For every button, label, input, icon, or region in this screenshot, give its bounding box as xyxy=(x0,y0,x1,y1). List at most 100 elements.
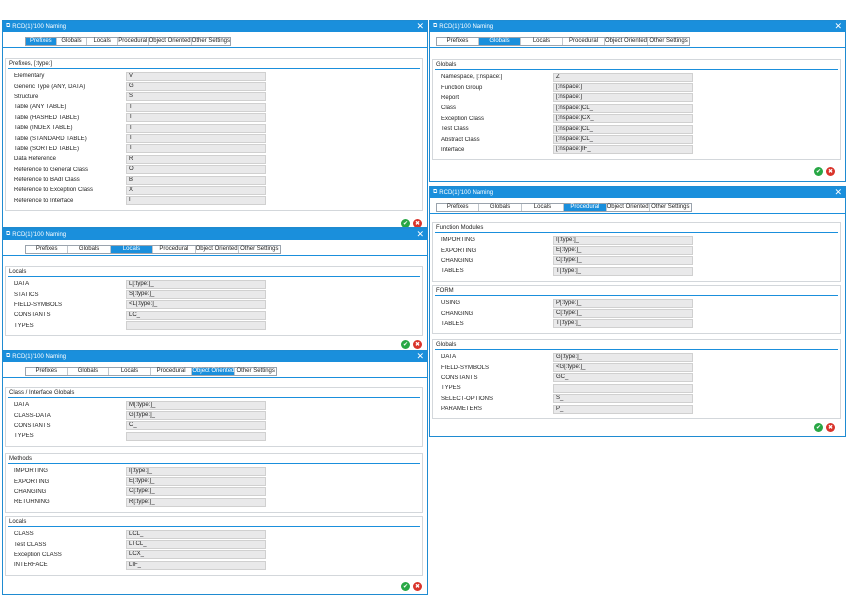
tab-procedural[interactable]: Procedural xyxy=(151,368,193,375)
tab-prefixes[interactable]: Prefixes xyxy=(26,246,69,253)
field-input[interactable]: P[:type:]_ xyxy=(553,298,693,308)
field-input[interactable]: P_ xyxy=(553,404,693,414)
field-input[interactable] xyxy=(126,431,266,441)
field-input[interactable]: <G[:type:]_ xyxy=(553,363,693,373)
field-input[interactable]: [:nspace:]IF_ xyxy=(553,145,693,155)
field-input[interactable]: [:nspace:]CL_ xyxy=(553,124,693,134)
tab-procedural[interactable]: Procedural xyxy=(118,38,149,45)
tab-other-settings[interactable]: Other Settings xyxy=(648,38,689,45)
tab-prefixes[interactable]: Prefixes xyxy=(26,368,68,375)
close-icon[interactable]: ✕ xyxy=(834,188,842,197)
field-input[interactable]: LCX_ xyxy=(126,550,266,560)
field-input[interactable]: T xyxy=(126,123,266,133)
field-input[interactable]: LC_ xyxy=(126,310,266,320)
tab-locals[interactable]: Locals xyxy=(522,204,565,211)
field-input[interactable]: E[:type:]_ xyxy=(553,246,693,256)
tab-procedural[interactable]: Procedural xyxy=(563,38,605,45)
field-input[interactable]: I xyxy=(126,196,266,206)
field-input[interactable]: C[:type:]_ xyxy=(553,309,693,319)
field-input[interactable]: E[:type:]_ xyxy=(126,477,266,487)
field-input[interactable]: LCL_ xyxy=(126,529,266,539)
field-label: SELECT-OPTIONS xyxy=(441,395,494,402)
field-input[interactable]: B xyxy=(126,175,266,185)
field-input[interactable]: [:nspace:]CL_ xyxy=(553,135,693,145)
cancel-button[interactable]: ✖ xyxy=(413,340,422,349)
tab-locals[interactable]: Locals xyxy=(521,38,563,45)
ok-button[interactable]: ✔ xyxy=(814,167,823,176)
field-input[interactable] xyxy=(553,383,693,393)
field-input[interactable]: <L[:type:]_ xyxy=(126,300,266,310)
field-input[interactable]: I[:type:]_ xyxy=(126,466,266,476)
field-input[interactable]: S_ xyxy=(553,394,693,404)
field-input[interactable]: T xyxy=(126,134,266,144)
close-icon[interactable]: ✕ xyxy=(416,22,424,31)
field-input[interactable] xyxy=(126,321,266,331)
tab-object-oriented[interactable]: Object Oriented xyxy=(607,204,650,211)
close-icon[interactable]: ✕ xyxy=(416,352,424,361)
field-input[interactable]: T[:type:]_ xyxy=(553,319,693,329)
field-input[interactable]: G[:type:]_ xyxy=(126,411,266,421)
tab-object-oriented[interactable]: Object Oriented xyxy=(192,368,236,375)
tab-locals[interactable]: Locals xyxy=(87,38,118,45)
form-row: Table (HASHED TABLE) T xyxy=(6,113,422,123)
ok-button[interactable]: ✔ xyxy=(401,340,410,349)
close-icon[interactable]: ✕ xyxy=(416,230,424,239)
ok-button[interactable]: ✔ xyxy=(401,582,410,591)
tab-locals[interactable]: Locals xyxy=(109,368,151,375)
tab-globals[interactable]: Globals xyxy=(68,368,110,375)
field-input[interactable]: V xyxy=(126,71,266,81)
section-divider xyxy=(435,232,838,233)
tab-globals[interactable]: Globals xyxy=(68,246,111,253)
field-input[interactable]: C_ xyxy=(126,421,266,431)
field-input[interactable]: R xyxy=(126,154,266,164)
field-input[interactable]: S xyxy=(126,92,266,102)
tab-procedural[interactable]: Procedural xyxy=(153,246,196,253)
tab-object-oriented[interactable]: Object Oriented xyxy=(605,38,649,45)
field-input[interactable]: O xyxy=(126,165,266,175)
tab-globals[interactable]: Globals xyxy=(479,38,521,45)
tab-other-settings[interactable]: Other Settings xyxy=(239,246,280,253)
field-input[interactable]: M[:type:]_ xyxy=(126,400,266,410)
field-input[interactable]: C[:type:]_ xyxy=(126,487,266,497)
field-input[interactable]: G xyxy=(126,82,266,92)
field-input[interactable]: LIF_ xyxy=(126,560,266,570)
field-input[interactable]: G[:type:]_ xyxy=(553,352,693,362)
field-input[interactable]: T xyxy=(126,113,266,123)
field-input[interactable]: T xyxy=(126,102,266,112)
ok-button[interactable]: ✔ xyxy=(401,219,410,227)
field-input[interactable]: I[:type:]_ xyxy=(553,235,693,245)
field-input[interactable]: C[:type:]_ xyxy=(553,256,693,266)
tab-prefixes[interactable]: Prefixes xyxy=(437,38,479,45)
field-input[interactable]: GC_ xyxy=(553,373,693,383)
cancel-button[interactable]: ✖ xyxy=(413,219,422,227)
ok-button[interactable]: ✔ xyxy=(814,423,823,432)
field-input[interactable]: L[:type:]_ xyxy=(126,279,266,289)
field-input[interactable]: S[:type:]_ xyxy=(126,290,266,300)
field-input[interactable]: [:nspace:] xyxy=(553,93,693,103)
field-input[interactable]: LTCL_ xyxy=(126,540,266,550)
cancel-button[interactable]: ✖ xyxy=(826,423,835,432)
field-input[interactable]: T[:type:]_ xyxy=(553,266,693,276)
tab-prefixes[interactable]: Prefixes xyxy=(26,38,57,45)
tab-prefixes[interactable]: Prefixes xyxy=(437,204,480,211)
field-input[interactable]: [:nspace:]CX_ xyxy=(553,114,693,124)
field-input[interactable]: X xyxy=(126,185,266,195)
close-icon[interactable]: ✕ xyxy=(834,22,842,31)
field-input[interactable]: R[:type:]_ xyxy=(126,497,266,507)
tab-object-oriented[interactable]: Object Oriented xyxy=(196,246,239,253)
tab-procedural[interactable]: Procedural xyxy=(564,204,607,211)
field-input[interactable]: Z xyxy=(553,72,693,82)
tab-other-settings[interactable]: Other Settings xyxy=(192,38,230,45)
tab-globals[interactable]: Globals xyxy=(479,204,522,211)
field-input[interactable]: [:nspace:] xyxy=(553,83,693,93)
tab-object-oriented[interactable]: Object Oriented xyxy=(149,38,192,45)
cancel-button[interactable]: ✖ xyxy=(413,582,422,591)
field-input[interactable]: T xyxy=(126,144,266,154)
tab-locals[interactable]: Locals xyxy=(110,246,154,253)
tab-other-settings[interactable]: Other Settings xyxy=(235,368,276,375)
field-input[interactable]: [:nspace:]CL_ xyxy=(553,103,693,113)
section-object-oriented-methods: Methods IMPORTING I[:type:]_ EXPORTING E[:ty… xyxy=(5,453,423,513)
tab-globals[interactable]: Globals xyxy=(57,38,88,45)
cancel-button[interactable]: ✖ xyxy=(826,167,835,176)
tab-other-settings[interactable]: Other Settings xyxy=(650,204,691,211)
